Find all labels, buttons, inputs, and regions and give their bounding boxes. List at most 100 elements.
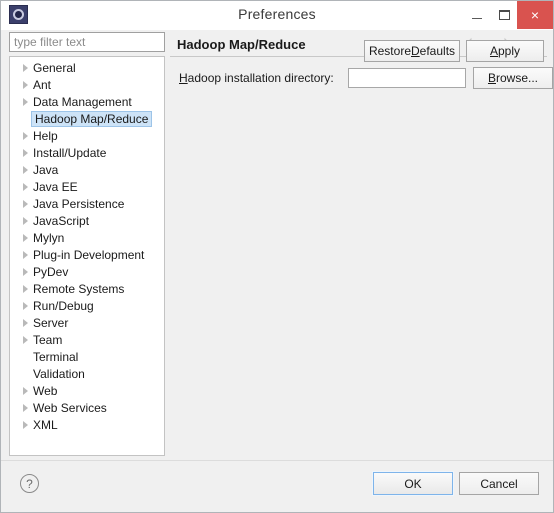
- tree-item[interactable]: JavaScript: [10, 212, 164, 229]
- restore-defaults-button[interactable]: Restore Defaults: [364, 40, 460, 62]
- tree-item-label: Mylyn: [33, 230, 65, 245]
- restore-defaults-pre: Restore: [368, 44, 411, 58]
- restore-defaults-rest: efaults: [419, 44, 456, 58]
- chevron-right-icon[interactable]: [18, 216, 32, 225]
- chevron-right-icon[interactable]: [18, 301, 32, 310]
- chevron-right-icon[interactable]: [18, 403, 32, 412]
- chevron-right-icon[interactable]: [18, 97, 32, 106]
- tree-item[interactable]: PyDev: [10, 263, 164, 280]
- tree-item-label: Validation: [33, 366, 85, 381]
- close-icon[interactable]: ×: [517, 1, 553, 29]
- preferences-tree[interactable]: General Ant Data Management Hadoop Map/Redu…: [9, 56, 165, 456]
- tree-item-label: JavaScript: [33, 213, 90, 228]
- browse-mnemonic: B: [487, 71, 496, 85]
- ok-button[interactable]: OK: [372, 471, 454, 496]
- tree-item[interactable]: Remote Systems: [10, 280, 164, 297]
- tree-item[interactable]: Run/Debug: [10, 297, 164, 314]
- tree-item[interactable]: Team: [10, 331, 164, 348]
- chevron-right-icon[interactable]: [18, 318, 32, 327]
- chevron-right-icon[interactable]: [18, 199, 32, 208]
- tree-item-label: General: [33, 60, 76, 75]
- chevron-right-glyph: [22, 420, 28, 429]
- apply-rest: pply: [498, 44, 521, 58]
- tree-item[interactable]: Terminal: [10, 348, 164, 365]
- chevron-right-glyph: [22, 318, 28, 327]
- preferences-dialog: Preferences × GeneralAntData ManagementH…: [0, 0, 554, 513]
- tree-item[interactable]: Server: [10, 314, 164, 331]
- tree-item[interactable]: Mylyn: [10, 229, 164, 246]
- chevron-right-glyph: [22, 97, 28, 106]
- tree-item-label: Plug-in Development: [33, 247, 145, 262]
- apply-mnemonic: A: [489, 44, 498, 58]
- maximize-glyph: [498, 10, 510, 20]
- tree-item-label: Java: [33, 162, 59, 177]
- tree-item[interactable]: Plug-in Development: [10, 246, 164, 263]
- chevron-right-glyph: [22, 233, 28, 242]
- tree-item[interactable]: Help: [10, 127, 164, 144]
- chevron-right-glyph: [22, 148, 28, 157]
- tree-item[interactable]: Ant: [10, 76, 164, 93]
- tree-item[interactable]: Java EE: [10, 178, 164, 195]
- label-rest: adoop installation directory:: [187, 71, 334, 85]
- close-glyph: ×: [530, 7, 540, 23]
- tree-item[interactable]: General: [10, 59, 164, 76]
- tree-item-label: Team: [33, 332, 63, 347]
- chevron-right-icon[interactable]: [18, 386, 32, 395]
- chevron-right-icon[interactable]: [18, 148, 32, 157]
- hadoop-directory-input[interactable]: [348, 68, 466, 88]
- tree-item-label: Hadoop Map/Reduce: [31, 110, 153, 127]
- tree-item-label: Run/Debug: [33, 298, 94, 313]
- tree-item[interactable]: Hadoop Map/Reduce: [10, 110, 164, 127]
- chevron-right-icon[interactable]: [18, 182, 32, 191]
- chevron-right-glyph: [22, 403, 28, 412]
- chevron-right-icon[interactable]: [18, 335, 32, 344]
- tree-item-label: Server: [33, 315, 69, 330]
- tree-item-label: Data Management: [33, 94, 132, 109]
- hadoop-directory-row: Hadoop installation directory: Browse...: [179, 67, 553, 89]
- chevron-right-icon[interactable]: [18, 250, 32, 259]
- tree-item-label: Java EE: [33, 179, 78, 194]
- title-bar: Preferences ×: [1, 1, 553, 30]
- chevron-right-glyph: [22, 80, 28, 89]
- chevron-right-glyph: [22, 63, 28, 72]
- tree-item[interactable]: Validation: [10, 365, 164, 382]
- tree-item[interactable]: Java Persistence: [10, 195, 164, 212]
- maximize-icon[interactable]: [490, 1, 518, 29]
- chevron-right-glyph: [22, 199, 28, 208]
- chevron-right-glyph: [22, 335, 28, 344]
- chevron-right-glyph: [22, 250, 28, 259]
- label-mnemonic: H: [179, 71, 188, 85]
- minimize-icon[interactable]: [463, 1, 491, 29]
- page-title: Hadoop Map/Reduce: [177, 36, 306, 52]
- chevron-right-icon[interactable]: [18, 80, 32, 89]
- tree-item-label: XML: [33, 417, 58, 432]
- chevron-right-icon[interactable]: [18, 165, 32, 174]
- browse-button[interactable]: Browse...: [473, 67, 553, 89]
- tree-item-label: Web Services: [33, 400, 107, 415]
- chevron-right-glyph: [22, 301, 28, 310]
- filter-input[interactable]: [9, 32, 165, 52]
- chevron-right-icon[interactable]: [18, 267, 32, 276]
- chevron-right-icon[interactable]: [18, 131, 32, 140]
- help-icon[interactable]: ?: [20, 474, 39, 493]
- cancel-button[interactable]: Cancel: [459, 472, 539, 495]
- page-body: Hadoop installation directory: Browse...…: [170, 40, 553, 89]
- tree-item-label: PyDev: [33, 264, 69, 279]
- tree-item[interactable]: Java: [10, 161, 164, 178]
- page-action-buttons: Restore Defaults Apply: [364, 40, 544, 62]
- tree-item-label: Web: [33, 383, 58, 398]
- tree-item[interactable]: Web: [10, 382, 164, 399]
- tree-item[interactable]: Install/Update: [10, 144, 164, 161]
- chevron-right-icon[interactable]: [18, 284, 32, 293]
- tree-item[interactable]: XML: [10, 416, 164, 433]
- tree-item-label: Install/Update: [33, 145, 107, 160]
- minimize-glyph: [472, 17, 482, 19]
- chevron-right-icon[interactable]: [18, 233, 32, 242]
- chevron-right-glyph: [22, 216, 28, 225]
- tree-item[interactable]: Web Services: [10, 399, 164, 416]
- chevron-right-icon[interactable]: [18, 420, 32, 429]
- tree-item[interactable]: Data Management: [10, 93, 164, 110]
- chevron-right-icon[interactable]: [18, 63, 32, 72]
- apply-button[interactable]: Apply: [466, 40, 544, 62]
- chevron-right-glyph: [22, 131, 28, 140]
